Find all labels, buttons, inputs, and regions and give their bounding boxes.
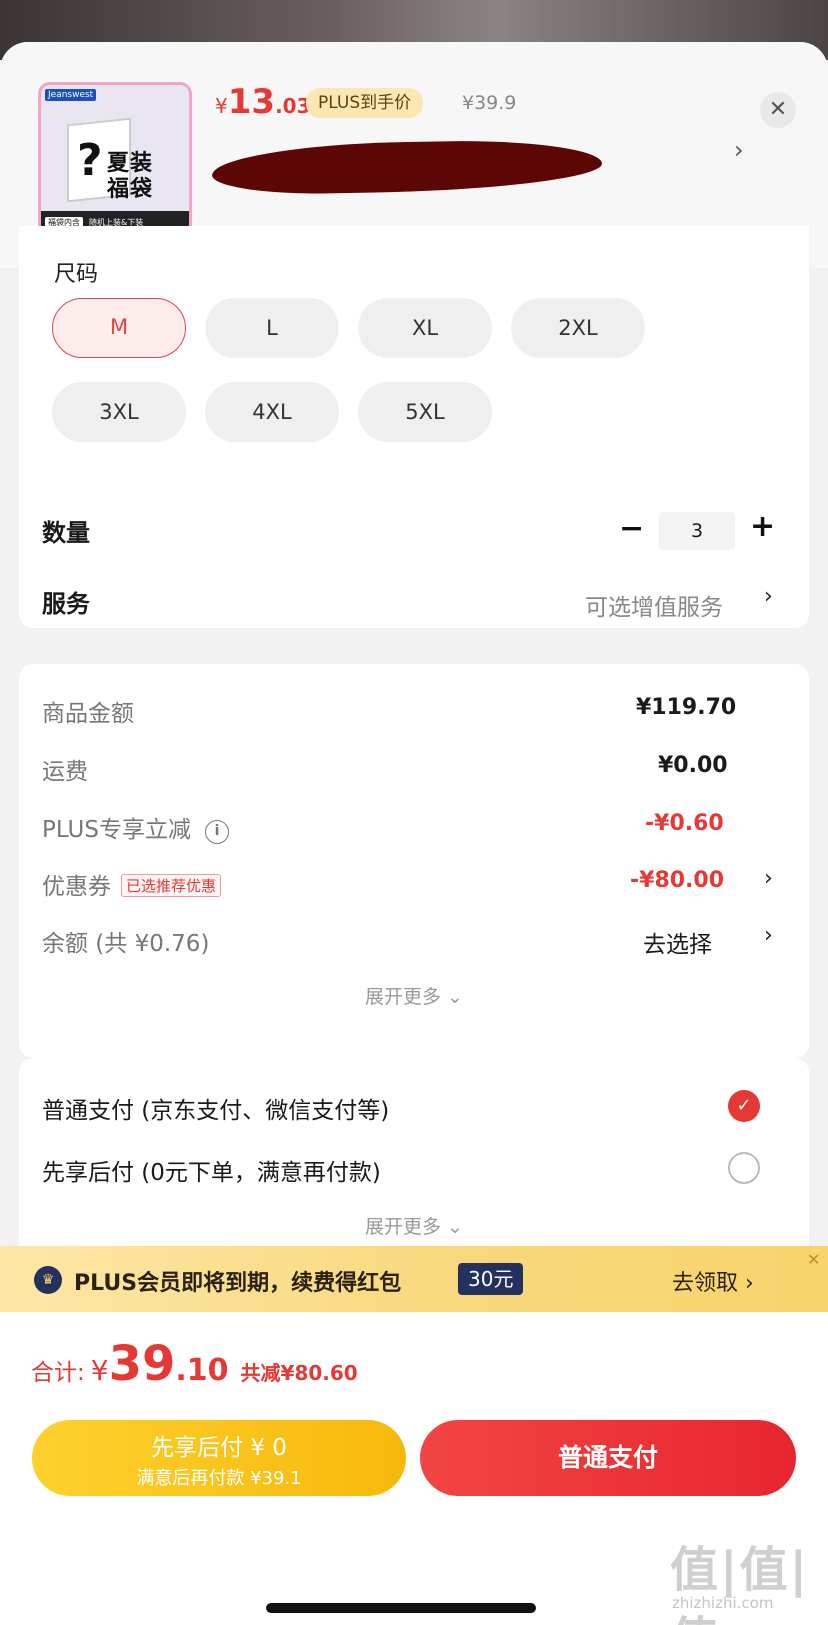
quantity-label: 数量	[42, 519, 90, 547]
payment-later-label[interactable]: 先享后付 (0元下单，满意再付款)	[42, 1153, 381, 1187]
product-price: ¥ 13 .03	[215, 82, 311, 122]
checkout-bar: 合计: ¥ 39 .10 共减¥80.60 先享后付 ¥ 0 满意后再付款 ¥3…	[0, 1312, 828, 1625]
pay-later-line2: 满意后再付款 ¥39.1	[136, 1468, 302, 1489]
shipping-label: 运费	[42, 759, 88, 785]
size-option-xl[interactable]: XL	[358, 298, 492, 358]
size-option-m[interactable]: M	[52, 298, 186, 358]
expand-more-link[interactable]: 展开更多 ⌄	[19, 982, 809, 1009]
size-option-3xl[interactable]: 3XL	[52, 382, 186, 442]
payment-later-radio[interactable]	[728, 1152, 760, 1184]
coupon-value: -¥80.00	[630, 868, 725, 893]
chevron-right-icon[interactable]: ›	[764, 866, 773, 891]
payment-normal-label[interactable]: 普通支付 (京东支付、微信支付等)	[42, 1091, 389, 1125]
quantity-increase-button[interactable]: +	[750, 509, 775, 544]
chevron-right-icon[interactable]: ›	[764, 584, 773, 609]
original-price: ¥39.9	[462, 92, 517, 114]
expand-more-link[interactable]: 展开更多 ⌄	[19, 1212, 809, 1239]
size-option-l[interactable]: L	[205, 298, 339, 358]
chevron-right-icon[interactable]: ›	[734, 136, 744, 164]
pay-later-line1: 先享后付 ¥ 0	[151, 1435, 287, 1461]
banner-claim-link[interactable]: 去领取 ›	[672, 1265, 754, 1297]
price-summary-card: 商品金额 ¥119.70 运费 ¥0.00 PLUS专享立减 i -¥0.60 优…	[19, 664, 809, 1058]
chevron-right-icon[interactable]: ›	[764, 923, 773, 948]
coupon-row[interactable]: 优惠券 已选推荐优惠	[42, 867, 222, 901]
price-integer: 13	[227, 82, 276, 122]
product-thumbnail[interactable]: Jeanswest ? 夏装 福袋 福袋内含 随机上装&下装	[38, 82, 192, 236]
balance-value[interactable]: 去选择	[643, 925, 712, 959]
goods-amount-value: ¥119.70	[636, 695, 737, 720]
watermark-url: zhizhizhi.com	[672, 1594, 774, 1612]
close-icon: ✕	[768, 97, 788, 122]
size-option-2xl[interactable]: 2XL	[511, 298, 645, 358]
balance-label: 余额 (共 ¥0.76)	[42, 931, 210, 957]
thumb-brand: Jeanswest	[45, 89, 97, 101]
thumb-title-2: 福袋	[107, 177, 154, 202]
size-option-5xl[interactable]: 5XL	[358, 382, 492, 442]
coupon-tag: 已选推荐优惠	[121, 874, 222, 897]
total-price: 合计: ¥ 39 .10 共减¥80.60	[31, 1336, 358, 1392]
sku-sheet: Jeanswest ? 夏装 福袋 福袋内含 随机上装&下装 ¥ 13 .03 …	[0, 42, 828, 1625]
size-title: 尺码	[54, 262, 99, 287]
close-icon[interactable]: ✕	[807, 1250, 820, 1269]
plus-crown-icon: ♛	[34, 1266, 62, 1294]
banner-amount: 30元	[458, 1263, 524, 1295]
pay-later-button[interactable]: 先享后付 ¥ 0 满意后再付款 ¥39.1	[32, 1420, 406, 1496]
close-button[interactable]: ✕	[760, 92, 796, 128]
plus-price-tag: PLUS到手价	[306, 88, 424, 118]
total-label: 合计:	[31, 1360, 85, 1386]
plus-discount-value: -¥0.60	[645, 811, 724, 836]
redacted-product-title	[211, 138, 603, 196]
price-symbol: ¥	[215, 94, 228, 118]
total-symbol: ¥	[90, 1354, 109, 1387]
home-indicator[interactable]	[266, 1603, 536, 1613]
question-mark-icon: ?	[77, 135, 103, 186]
total-discount: 共减¥80.60	[240, 1361, 358, 1385]
payment-method-card: 普通支付 (京东支付、微信支付等) ✓ 先享后付 (0元下单，满意再付款) 展开…	[19, 1058, 809, 1258]
service-label: 服务	[42, 590, 90, 618]
shipping-value: ¥0.00	[658, 753, 728, 778]
total-decimal: .10	[175, 1353, 229, 1388]
quantity-decrease-button[interactable]: −	[619, 511, 644, 546]
normal-pay-button[interactable]: 普通支付	[420, 1420, 796, 1496]
plus-renewal-banner[interactable]: ♛ PLUS会员即将到期，续费得红包 30元 去领取 › ✕	[0, 1246, 828, 1312]
check-icon: ✓	[736, 1095, 752, 1116]
total-integer: 39	[108, 1336, 176, 1392]
quantity-input[interactable]: 3	[659, 512, 735, 550]
spec-card: 尺码 M L XL 2XL 3XL 4XL 5XL 数量 − 3 + 服务 可选…	[19, 226, 809, 628]
plus-discount-label: PLUS专享立减	[42, 817, 191, 843]
payment-normal-radio[interactable]: ✓	[728, 1090, 760, 1122]
goods-amount-label: 商品金额	[42, 701, 134, 727]
banner-text: PLUS会员即将到期，续费得红包	[74, 1271, 402, 1296]
info-icon[interactable]: i	[204, 820, 229, 844]
coupon-label: 优惠券	[42, 874, 111, 900]
size-option-4xl[interactable]: 4XL	[205, 382, 339, 442]
service-value[interactable]: 可选增值服务	[585, 588, 723, 622]
plus-discount-row: PLUS专享立减 i	[42, 810, 229, 844]
